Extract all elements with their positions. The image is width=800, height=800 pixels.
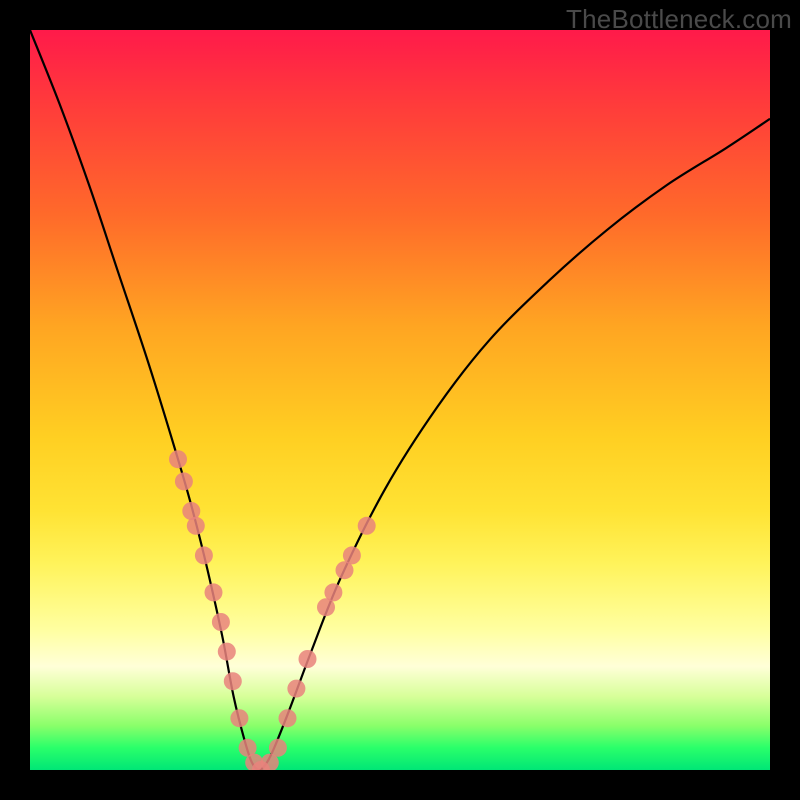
data-point xyxy=(195,546,213,564)
data-point xyxy=(279,709,297,727)
chart-frame: TheBottleneck.com xyxy=(0,0,800,800)
plot-area xyxy=(30,30,770,770)
data-point xyxy=(205,583,223,601)
data-point xyxy=(324,583,342,601)
data-point xyxy=(230,709,248,727)
data-point xyxy=(343,546,361,564)
marker-group xyxy=(169,450,376,770)
curve-layer xyxy=(30,30,770,770)
data-point xyxy=(299,650,317,668)
bottleneck-curve xyxy=(30,30,770,770)
data-point xyxy=(187,517,205,535)
data-point xyxy=(218,643,236,661)
watermark-text: TheBottleneck.com xyxy=(566,4,792,35)
data-point xyxy=(287,680,305,698)
data-point xyxy=(269,739,287,757)
data-point xyxy=(224,672,242,690)
data-point xyxy=(212,613,230,631)
data-point xyxy=(358,517,376,535)
data-point xyxy=(169,450,187,468)
data-point xyxy=(175,472,193,490)
